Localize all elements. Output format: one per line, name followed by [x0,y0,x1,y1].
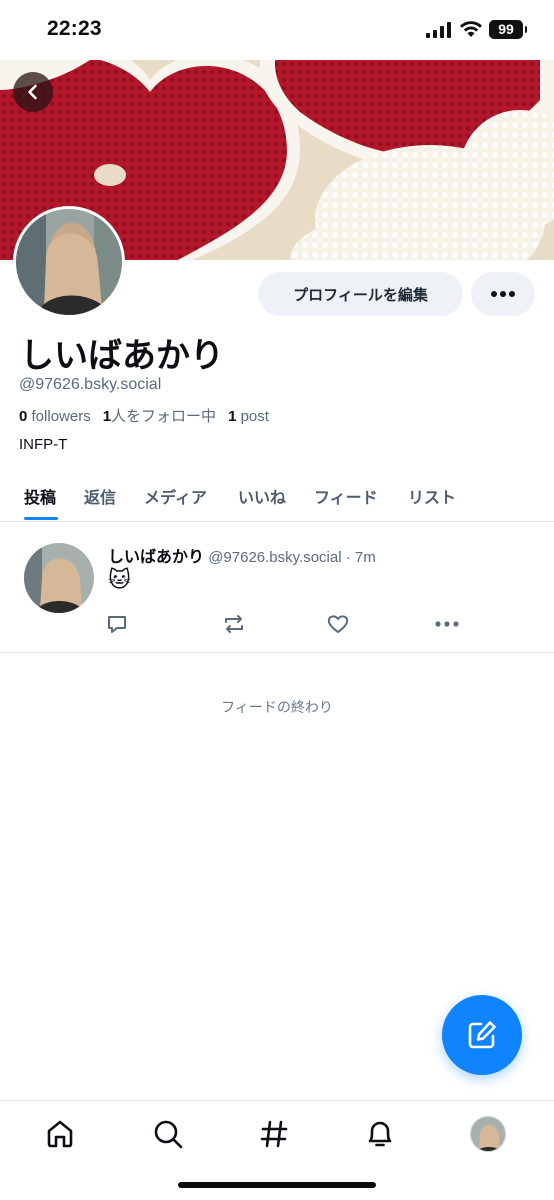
back-button[interactable] [13,72,53,112]
followers-label: followers [31,408,91,425]
post-more-button[interactable] [435,617,459,636]
edit-profile-button[interactable]: プロフィールを編集 [258,272,463,316]
tab-feeds[interactable]: フィード [314,484,378,508]
tab-replies[interactable]: 返信 [84,484,116,508]
more-options-button[interactable] [471,272,535,316]
compose-icon [468,1021,496,1049]
post-author-avatar[interactable] [24,543,94,613]
like-button[interactable] [327,613,349,640]
following-count: 1 [102,408,112,425]
following-stat[interactable]: 1人をフォロー中 [103,408,216,425]
tab-posts[interactable]: 投稿 [24,484,56,508]
wifi-icon [460,21,482,37]
tab-likes[interactable]: いいね [238,484,286,508]
status-time: 22:23 [47,17,102,40]
profile-avatar[interactable] [13,206,125,318]
post-meta-separator: · [345,549,351,566]
display-name: しいばあかり [20,337,224,375]
repost-icon [225,615,243,633]
reply-icon [108,616,126,633]
signal-icon [426,22,451,38]
home-indicator [178,1182,376,1188]
nav-home[interactable] [40,1114,80,1154]
following-label: 人をフォロー中 [111,408,217,425]
nav-feeds[interactable] [254,1114,294,1154]
reply-button[interactable] [106,613,128,640]
battery-indicator: 99 [489,20,527,39]
status-bar: 22:23 99 [0,0,554,60]
posts-label: post [240,408,269,425]
post-item[interactable]: しいばあかり @97626.bsky.social · 7m 🐱 [0,523,554,653]
nav-search[interactable] [148,1114,188,1154]
repost-button[interactable] [221,613,247,640]
nav-profile-avatar [470,1116,506,1152]
profile-tabs: 投稿 返信 メディア いいね フィード リスト [0,470,554,522]
post-author-handle[interactable]: @97626.bsky.social [208,549,341,566]
post-timestamp[interactable]: 7m [355,549,376,566]
home-icon [47,1120,73,1148]
chevron-left-icon [28,84,37,100]
posts-count: 1 [228,408,237,425]
bell-icon [368,1121,392,1147]
profile-bio: INFP-T [19,436,68,453]
tab-lists[interactable]: リスト [408,484,456,508]
active-tab-indicator [24,517,58,520]
post-content: 🐱 [108,567,131,592]
end-of-feed-label: フィードの終わり [221,699,333,715]
posts-stat: 1 post [228,408,269,425]
nav-profile[interactable] [468,1114,508,1154]
ellipsis-icon [491,291,515,297]
post-author-name[interactable]: しいばあかり [108,549,204,566]
hashtag-icon [260,1120,288,1148]
nav-notifications[interactable] [360,1114,400,1154]
profile-handle: @97626.bsky.social [19,376,162,393]
post-actions [0,613,554,637]
post-header: しいばあかり @97626.bsky.social · 7m [108,543,376,567]
search-icon [154,1120,183,1149]
followers-count: 0 [19,408,28,425]
followers-stat[interactable]: 0 followers [19,408,91,425]
compose-button[interactable] [442,995,522,1075]
tab-media[interactable]: メディア [144,484,207,508]
profile-stats: 0 followers 1人をフォロー中 1 post [19,405,269,426]
ellipsis-icon [435,621,459,627]
heart-icon [327,615,349,633]
